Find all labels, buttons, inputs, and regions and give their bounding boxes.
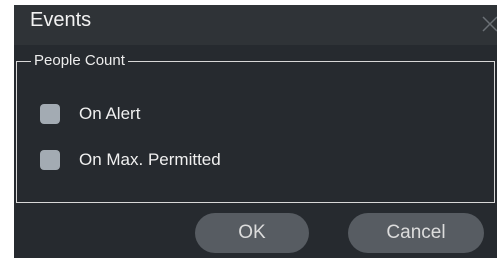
dialog-title: Events	[30, 9, 92, 31]
ok-button[interactable]: OK	[195, 213, 309, 253]
cancel-button[interactable]: Cancel	[348, 213, 484, 253]
on-max-permitted-checkbox[interactable]	[40, 150, 60, 170]
close-button[interactable]	[477, 9, 497, 37]
on-alert-checkbox-row[interactable]: On Alert	[40, 102, 140, 126]
on-alert-checkbox[interactable]	[40, 104, 60, 124]
people-count-group	[16, 61, 495, 203]
group-legend: People Count	[31, 51, 128, 71]
events-dialog: Events People Count On Alert On Max. Per…	[14, 5, 497, 258]
close-icon	[482, 16, 497, 32]
on-max-permitted-label[interactable]: On Max. Permitted	[79, 150, 221, 170]
title-bar: Events	[14, 5, 497, 45]
on-max-permitted-checkbox-row[interactable]: On Max. Permitted	[40, 148, 221, 172]
on-alert-label[interactable]: On Alert	[79, 104, 140, 124]
